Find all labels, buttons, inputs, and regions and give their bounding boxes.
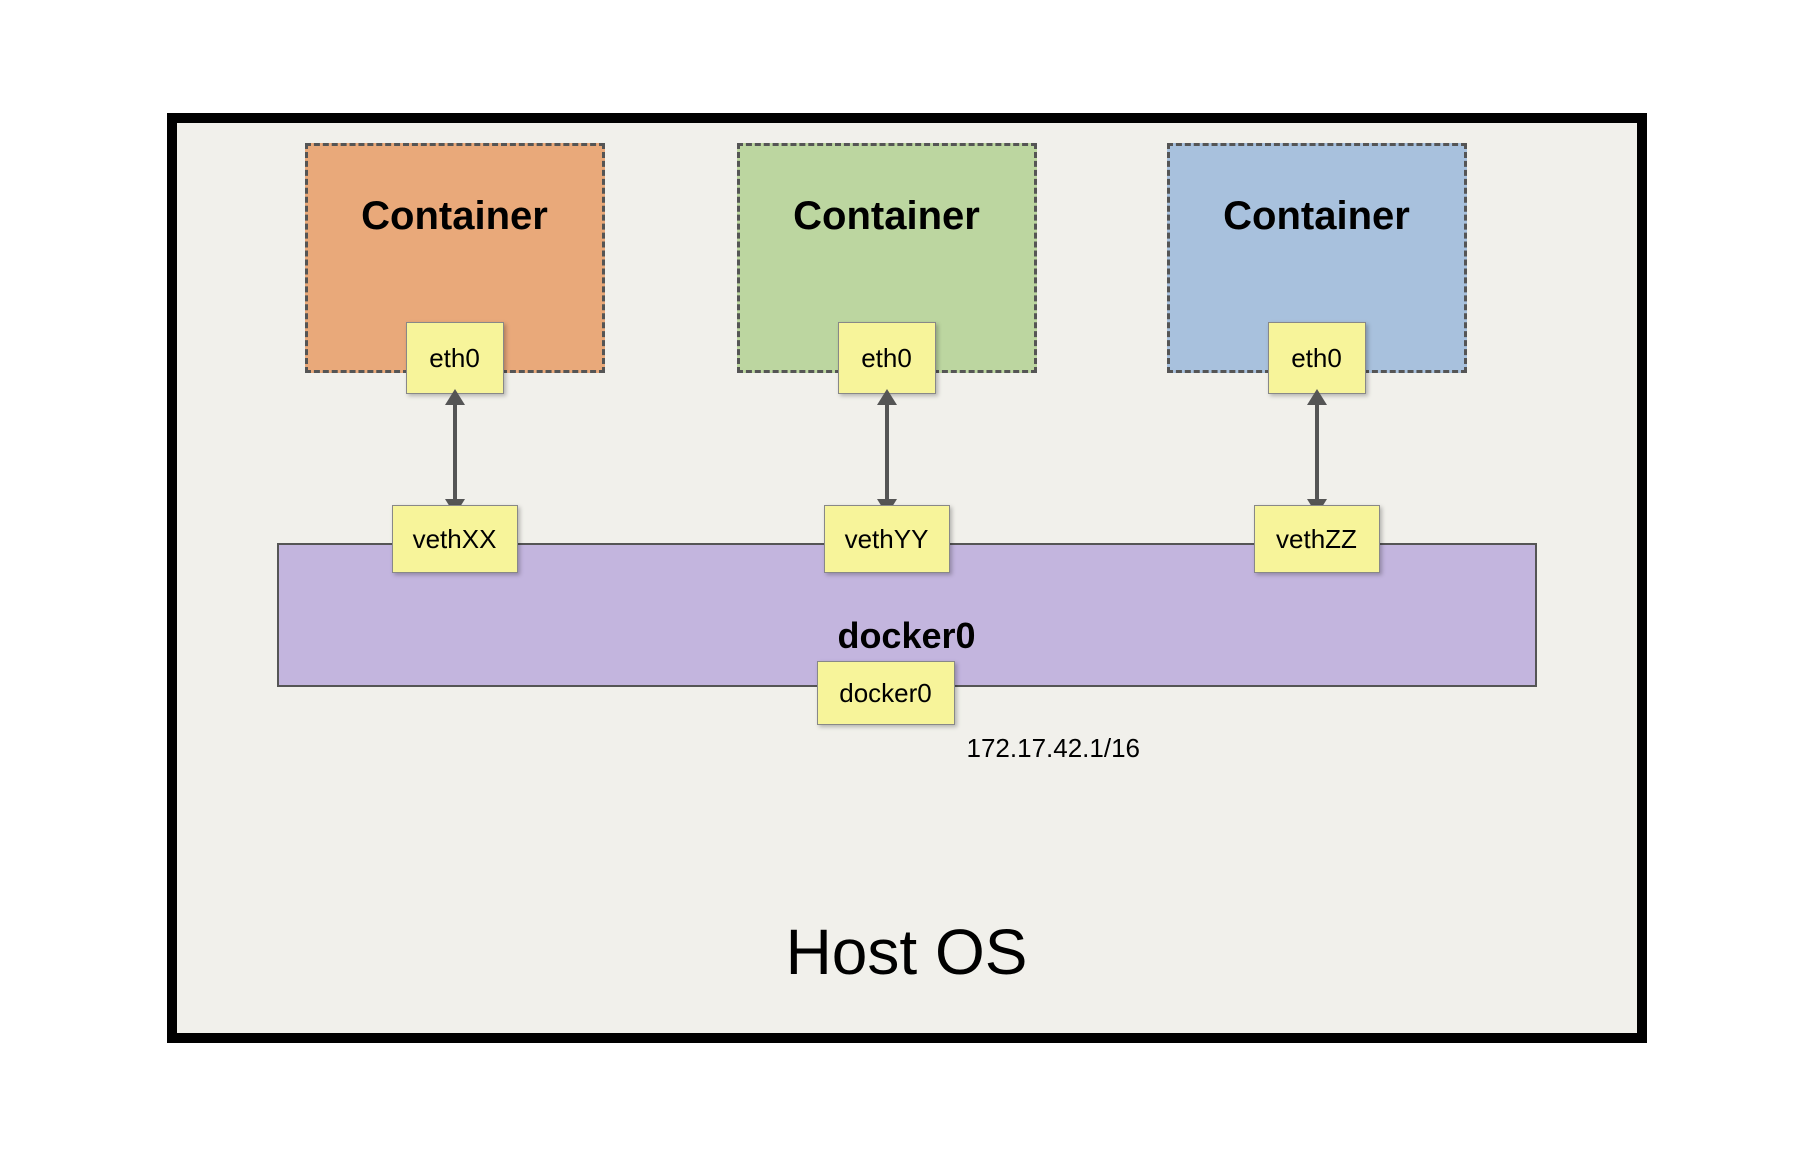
- veth-label: vethXX: [413, 524, 497, 555]
- eth0-box: eth0: [406, 322, 504, 394]
- diagram-frame: Container eth0 Container eth0 Container …: [167, 113, 1647, 1043]
- eth0-label: eth0: [1291, 343, 1342, 374]
- container-box-1: Container eth0: [305, 143, 605, 373]
- container-box-3: Container eth0: [1167, 143, 1467, 373]
- veth-label: vethYY: [845, 524, 929, 555]
- veth-label: vethZZ: [1276, 524, 1357, 555]
- arrow-container1-veth: [453, 401, 457, 503]
- eth0-box: eth0: [838, 322, 936, 394]
- container-box-2: Container eth0: [737, 143, 1037, 373]
- host-title: Host OS: [177, 915, 1637, 989]
- veth-box-2: vethYY: [824, 505, 950, 573]
- docker0-iface-box: docker0: [817, 661, 955, 725]
- veth-box-1: vethXX: [392, 505, 518, 573]
- bridge-ip-label: 172.17.42.1/16: [967, 733, 1141, 764]
- arrow-container2-veth: [885, 401, 889, 503]
- container-title: Container: [740, 194, 1034, 239]
- eth0-label: eth0: [861, 343, 912, 374]
- container-title: Container: [1170, 194, 1464, 239]
- docker0-iface-label: docker0: [839, 678, 932, 709]
- veth-box-3: vethZZ: [1254, 505, 1380, 573]
- eth0-label: eth0: [429, 343, 480, 374]
- host-os-box: Container eth0 Container eth0 Container …: [177, 123, 1637, 1033]
- eth0-box: eth0: [1268, 322, 1366, 394]
- container-title: Container: [308, 194, 602, 239]
- arrow-container3-veth: [1315, 401, 1319, 503]
